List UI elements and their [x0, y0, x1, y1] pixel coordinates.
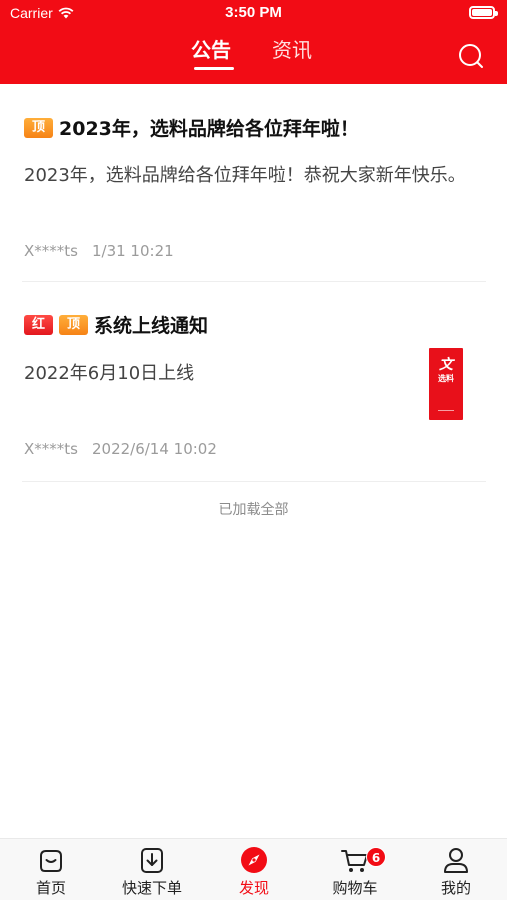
post-author: X****ts	[24, 440, 78, 458]
quick-order-icon	[141, 848, 163, 873]
tabbar-label: 快速下单	[121, 879, 182, 897]
active-tab-indicator	[194, 67, 234, 70]
tabbar-label: 我的	[440, 879, 471, 897]
post-date: 1/31 10:21	[91, 242, 174, 260]
bottom-tab-bar: 首页 快速下单 发现 6 购物车 我的	[0, 838, 507, 900]
status-time: 3:50 PM	[225, 4, 282, 21]
post-meta: X****ts 1/31 10:21	[24, 242, 174, 260]
post-author: X****ts	[24, 242, 78, 260]
cart-count-badge: 6	[366, 847, 386, 867]
battery-icon	[469, 6, 498, 19]
app-header: Carrier 3:50 PM 公告 资讯	[0, 0, 507, 84]
post-title-row: 红 顶 系统上线通知	[24, 311, 208, 338]
tabbar-label: 首页	[35, 879, 66, 897]
list-end-text: 已加载全部	[218, 502, 289, 518]
post-thumbnail[interactable]: 文 选料	[429, 348, 463, 420]
post-body: 2022年6月10日上线	[24, 363, 195, 384]
thumbnail-label: 选料	[438, 374, 454, 383]
search-icon[interactable]	[457, 42, 485, 70]
brand-logo-icon: 文	[439, 357, 453, 373]
compass-icon	[241, 847, 267, 873]
tabbar-label: 购物车	[332, 879, 378, 897]
tabbar-item-profile[interactable]: 我的	[411, 845, 501, 898]
post-title-row: 顶 2023年，选料品牌给各位拜年啦！	[24, 114, 359, 141]
tabbar-item-quick-order[interactable]: 快速下单	[107, 845, 197, 898]
post-meta: X****ts 2022/6/14 10:02	[24, 440, 217, 458]
status-bar: Carrier 3:50 PM	[0, 0, 507, 28]
list-item[interactable]: 顶 2023年，选料品牌给各位拜年啦！ 2023年，选料品牌给各位拜年啦！恭祝大…	[22, 84, 486, 282]
post-title: 系统上线通知	[94, 315, 209, 337]
tabbar-item-cart[interactable]: 6 购物车	[310, 845, 400, 898]
post-title: 2023年，选料品牌给各位拜年啦！	[59, 118, 359, 140]
hot-tag: 红	[24, 314, 54, 335]
tabbar-item-discover[interactable]: 发现	[209, 845, 299, 898]
post-body: 2023年，选料品牌给各位拜年啦！恭祝大家新年快乐。	[24, 165, 466, 186]
pinned-tag: 顶	[24, 117, 54, 138]
profile-icon	[444, 848, 468, 873]
post-date: 2022/6/14 10:02	[91, 440, 217, 458]
header-tabs: 公告 资讯	[0, 36, 507, 76]
list-item[interactable]: 红 顶 系统上线通知 2022年6月10日上线 文 选料 X****ts 202…	[22, 282, 486, 482]
tab-announcements[interactable]: 公告	[191, 36, 231, 64]
pinned-tag: 顶	[59, 314, 89, 335]
tabbar-item-home[interactable]: 首页	[6, 845, 96, 898]
home-icon	[40, 850, 62, 872]
thumbnail-divider	[438, 410, 454, 411]
tab-news[interactable]: 资讯	[272, 36, 312, 64]
tabbar-label: 发现	[238, 879, 269, 897]
